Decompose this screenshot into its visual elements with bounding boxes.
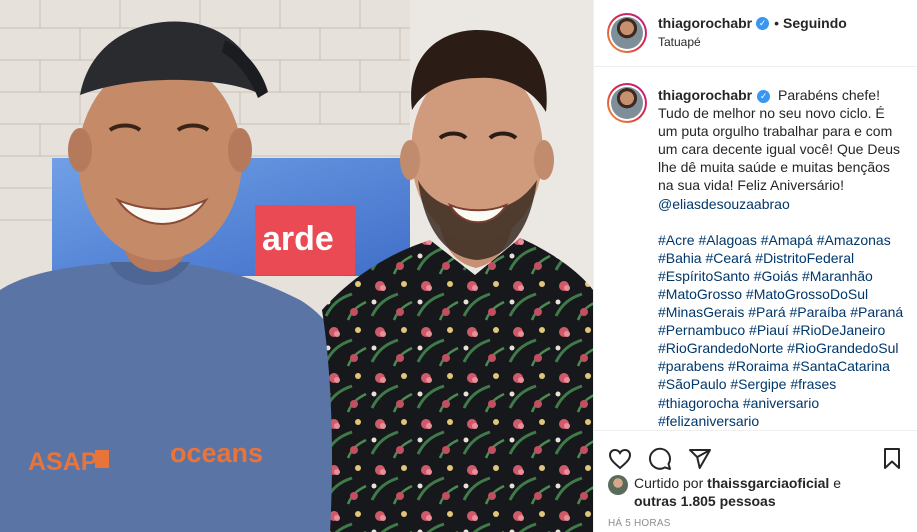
caption-avatar-image (611, 87, 643, 119)
hashtags[interactable]: #Acre #Alagoas #Amapá #Amazonas #Bahia #… (658, 231, 904, 430)
share-icon (689, 448, 711, 469)
like-button[interactable] (608, 444, 648, 474)
caption-verified-icon: ✓ (757, 90, 771, 103)
heart-icon (608, 448, 632, 469)
mention-link[interactable]: @eliasdesouzaabrao (658, 196, 790, 212)
post-image: arde ASAP oceans (0, 0, 593, 532)
separator-dot: • (774, 15, 780, 31)
shirt-logo-left: ASAP (28, 448, 97, 476)
liker-avatar[interactable] (608, 475, 628, 495)
liker-username-link[interactable]: thaissgarciaoficial (707, 475, 829, 491)
likes-summary: Curtido por thaissgarciaoficial e outras… (608, 474, 908, 510)
username-link[interactable]: thiagorochabr (658, 15, 752, 32)
save-button[interactable] (880, 444, 904, 474)
action-bar (594, 430, 917, 476)
caption-avatar[interactable] (607, 83, 647, 123)
avatar[interactable] (607, 13, 647, 53)
likes-count-link[interactable]: outras 1.805 pessoas (634, 493, 776, 509)
following-button[interactable]: Seguindo (783, 15, 847, 32)
caption-text-block: thiagorochabr ✓ Parabéns chefe! Tudo de m… (658, 86, 904, 430)
post-photo[interactable]: arde ASAP oceans (0, 0, 593, 532)
location-link[interactable]: Tatuapé (658, 34, 847, 51)
avatar-image (611, 17, 643, 49)
post-timestamp[interactable]: HÁ 5 HORAS (608, 518, 671, 529)
post-header: thiagorochabr ✓ • Seguindo Tatuapé (594, 0, 917, 67)
comment-icon (649, 447, 671, 470)
likes-connector: e (833, 475, 842, 491)
bookmark-icon (884, 447, 900, 469)
tv-sign-text: arde (262, 220, 334, 258)
caption-username-link[interactable]: thiagorochabr (658, 87, 752, 103)
shirt-logo-right: oceans (170, 438, 263, 468)
share-button[interactable] (688, 444, 728, 474)
verified-badge-icon: ✓ (756, 17, 770, 30)
post-sidebar: thiagorochabr ✓ • Seguindo Tatuapé thiag… (593, 0, 917, 532)
liked-by-label: Curtido por (634, 475, 704, 491)
caption-section: thiagorochabr ✓ Parabéns chefe! Tudo de m… (594, 68, 917, 430)
comment-button[interactable] (648, 444, 688, 474)
